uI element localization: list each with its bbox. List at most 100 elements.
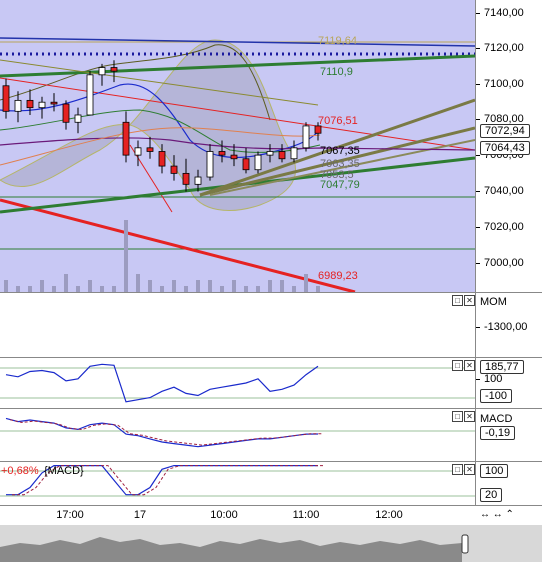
y-tick: 7020,00	[476, 221, 524, 233]
mom-axis[interactable]: MOM -1300,00	[475, 293, 542, 357]
oscillator-line	[5, 363, 319, 403]
close-pane-button[interactable]: ✕	[464, 464, 475, 475]
oscillator-pane[interactable]: □ ✕ 185,77 100 -100	[0, 357, 542, 408]
x-tick-label: 10:00	[210, 509, 238, 521]
osc-low-badge: -100	[480, 389, 513, 403]
navigator-handle	[461, 534, 469, 554]
last-price-badge: 7072,94	[480, 124, 530, 138]
candle-body	[302, 125, 310, 149]
restore-pane-button[interactable]: □	[452, 411, 463, 422]
navigator-strip[interactable]	[0, 525, 542, 562]
candle-body	[134, 147, 142, 156]
mom-pane[interactable]: □ ✕ MOM -1300,00	[0, 292, 542, 357]
oscillator-svg	[0, 363, 475, 403]
candle-body	[74, 114, 82, 123]
restore-pane-button[interactable]: □	[452, 295, 463, 306]
price-axis[interactable]: 7140,00 7120,00 7100,00 7080,00 7060,00 …	[475, 0, 542, 292]
candle-body	[278, 151, 286, 160]
candle-body	[98, 67, 106, 76]
candle-body	[218, 151, 226, 156]
price-plot[interactable]: 7119,64 7110,9 7076,51 7067,35 7063,35 7…	[0, 0, 475, 292]
stoch-legend-pct: +0,68%	[1, 465, 39, 477]
macd-signal-line	[9, 419, 323, 446]
label-channel-low: 6989,23	[318, 270, 358, 282]
stochastic-pane[interactable]: +0,68% {MACD} □ ✕ 100 20	[0, 461, 542, 506]
candle-body	[110, 67, 118, 72]
stochastic-svg: +0,68% {MACD}	[0, 465, 475, 497]
volume-bar	[40, 280, 44, 292]
volume-bar	[4, 280, 8, 292]
volume-bar	[136, 274, 140, 292]
volume-bar	[268, 280, 272, 292]
y-tick: 7140,00	[476, 7, 524, 19]
macd-plot[interactable]: □ ✕	[0, 409, 475, 461]
candle-body	[266, 151, 274, 156]
osc-value-badge: 185,77	[480, 360, 524, 374]
navigator-svg	[0, 534, 469, 562]
candle-body	[122, 121, 130, 156]
label-support: 7047,79	[320, 179, 360, 191]
oscillator-plot[interactable]: □ ✕	[0, 358, 475, 408]
y-tick: -1300,00	[475, 321, 528, 333]
candle-body	[314, 125, 322, 134]
close-pane-button[interactable]: ✕	[464, 411, 475, 422]
oscillator-axis[interactable]: 185,77 100 -100	[475, 358, 542, 408]
close-pane-button[interactable]: ✕	[464, 295, 475, 306]
volume-bar	[232, 280, 236, 292]
restore-pane-button[interactable]: □	[452, 360, 463, 371]
time-axis[interactable]: 17:00 17 10:00 11:00 12:00 ↔ ↔ ⌃	[0, 505, 542, 526]
mom-plot[interactable]: □ ✕	[0, 293, 475, 357]
candle-body	[26, 99, 34, 109]
candle-body	[230, 154, 238, 160]
navigator-area	[0, 537, 462, 562]
price-chart-svg[interactable]: 7119,64 7110,9 7076,51 7067,35 7063,35 7…	[0, 0, 475, 292]
volume-series	[4, 220, 320, 292]
y-tick: 7100,00	[476, 78, 524, 90]
candle-body	[182, 172, 190, 185]
candle-body	[290, 147, 298, 160]
candle-body	[86, 74, 94, 116]
x-tick-label: 17	[133, 509, 147, 521]
candle-body	[50, 101, 58, 105]
scroll-controls[interactable]: ↔ ↔ ⌃	[480, 509, 514, 520]
macd-label: MACD	[480, 413, 513, 425]
volume-bar	[196, 280, 200, 292]
stoch-low-badge: 20	[480, 488, 503, 502]
candle-body	[242, 158, 250, 171]
x-tick-label: 11:00	[292, 509, 320, 521]
close-pane-button[interactable]: ✕	[464, 360, 475, 371]
macd-pane[interactable]: □ ✕ MACD -0,19	[0, 408, 542, 461]
macd-axis[interactable]: MACD -0,19	[475, 409, 542, 461]
label-mid-line: 7110,9	[320, 66, 353, 78]
restore-pane-button[interactable]: □	[452, 464, 463, 475]
volume-bar	[304, 274, 308, 292]
macd-value-badge: -0,19	[480, 426, 516, 440]
candle-body	[158, 151, 166, 167]
volume-bar	[208, 280, 212, 292]
y-tick: 100	[475, 373, 503, 385]
x-tick-label: 17:00	[56, 509, 84, 521]
stochastic-plot[interactable]: +0,68% {MACD} □ ✕	[0, 462, 475, 506]
x-tick-label: 12:00	[375, 509, 403, 521]
volume-bar	[124, 220, 128, 292]
stochastic-axis[interactable]: 100 20	[475, 462, 542, 506]
candle-body	[14, 99, 22, 112]
candle-body	[170, 165, 178, 174]
macd-svg	[0, 417, 475, 448]
candle-body	[62, 103, 70, 123]
volume-bar	[88, 280, 92, 292]
volume-bar	[148, 280, 152, 292]
y-tick: 7120,00	[476, 42, 524, 54]
price-pane[interactable]: 7119,64 7110,9 7076,51 7067,35 7063,35 7…	[0, 0, 542, 292]
candle-body	[206, 151, 214, 178]
y-tick: 7040,00	[476, 185, 524, 197]
candle-body	[2, 85, 10, 112]
y-tick: 7000,00	[476, 257, 524, 269]
macd-line	[5, 417, 319, 448]
label-ma1: 7067,35	[320, 145, 360, 157]
volume-bar	[64, 274, 68, 292]
candle-body	[194, 176, 202, 185]
candle-body	[38, 101, 46, 109]
volume-bar	[280, 280, 284, 292]
second-price-badge: 7064,43	[480, 141, 530, 155]
